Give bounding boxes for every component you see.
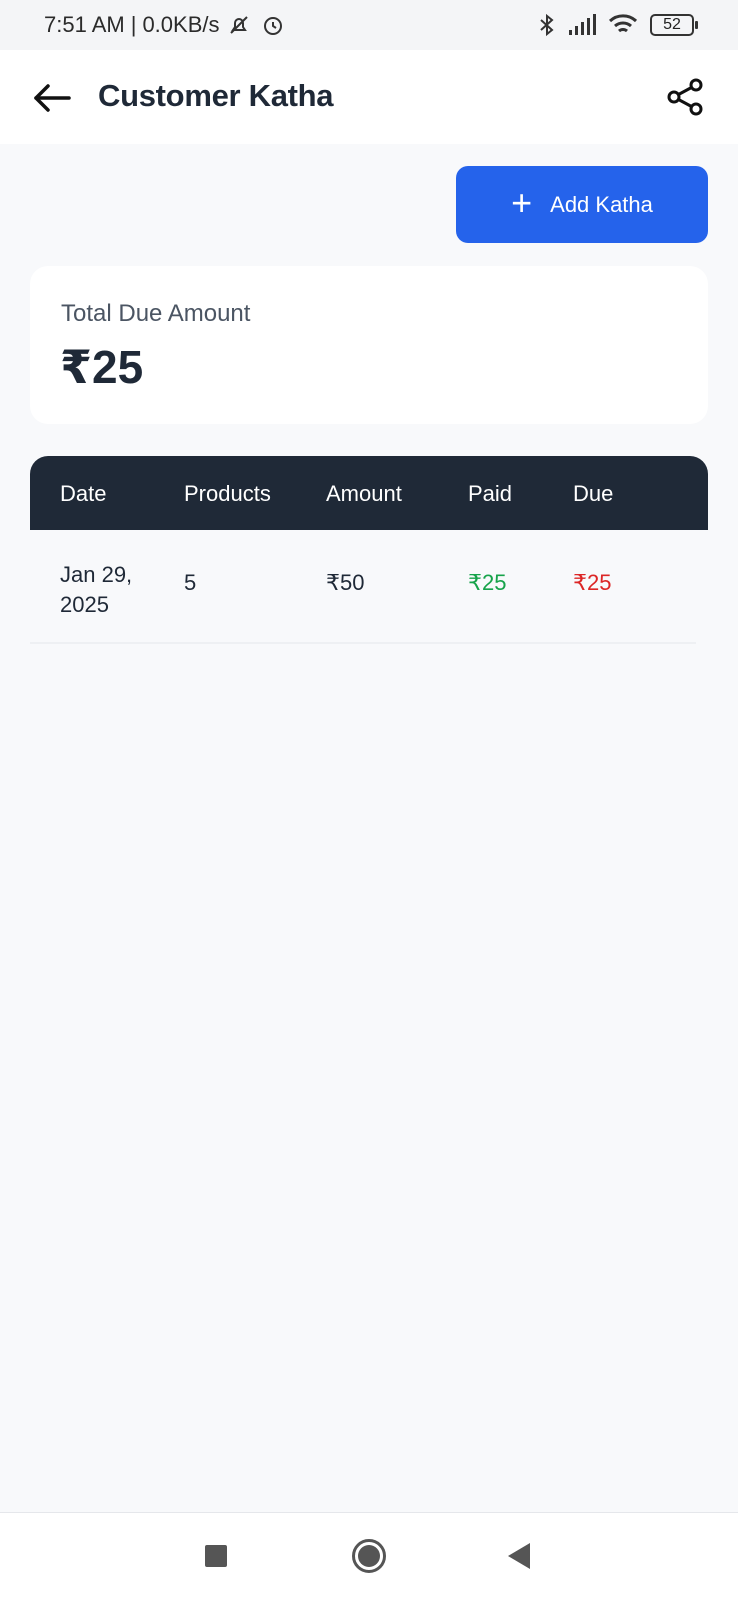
alarm-icon: [261, 13, 285, 37]
wifi-icon: [608, 14, 638, 36]
arrow-left-icon: [34, 84, 71, 112]
total-due-card: Total Due Amount ₹25: [30, 266, 708, 424]
total-due-label: Total Due Amount: [61, 300, 251, 327]
page-title: Customer Katha: [98, 78, 334, 113]
header-paid: Paid: [468, 481, 513, 506]
home-circle-icon[interactable]: [352, 1539, 386, 1573]
header-products: Products: [184, 481, 271, 506]
status-bar: 7:51 AM | 0.0KB/s 52: [0, 0, 738, 50]
row-products: 5: [184, 570, 197, 595]
mute-bell-icon: [227, 13, 251, 37]
recents-square-icon[interactable]: [205, 1545, 227, 1567]
row-paid: ₹25: [468, 570, 507, 595]
status-separator: |: [130, 12, 137, 37]
header-due: Due: [573, 481, 614, 506]
add-katha-button[interactable]: + Add Katha: [456, 166, 708, 243]
app-bar: Customer Katha: [0, 50, 738, 144]
status-left: 7:51 AM | 0.0KB/s: [44, 12, 285, 38]
share-button[interactable]: [662, 74, 708, 120]
add-katha-label: Add Katha: [550, 191, 653, 217]
battery-level: 52: [650, 14, 694, 36]
signal-icon: [568, 14, 596, 36]
row-due: ₹25: [573, 570, 612, 595]
table-row[interactable]: Jan 29, 2025 5 ₹50 ₹25 ₹25: [30, 530, 696, 644]
status-right: 52: [538, 13, 698, 37]
network-speed: 0.0KB/s: [142, 12, 220, 37]
total-due-value: ₹25: [60, 341, 144, 393]
bluetooth-icon: [538, 13, 556, 37]
katha-table: Date Products Amount Paid Due Jan 29, 20…: [30, 456, 708, 644]
system-nav-bar: [0, 1512, 738, 1600]
table-header: Date Products Amount Paid Due: [30, 456, 708, 530]
back-button[interactable]: [30, 76, 74, 120]
header-date: Date: [60, 481, 107, 506]
share-icon: [667, 78, 703, 116]
back-triangle-icon[interactable]: [508, 1543, 530, 1569]
row-date: Jan 29, 2025: [60, 562, 133, 617]
battery-icon: 52: [650, 14, 698, 36]
status-time: 7:51 AM: [44, 12, 125, 37]
plus-icon: +: [511, 182, 533, 223]
row-amount: ₹50: [326, 570, 365, 595]
header-amount: Amount: [326, 481, 402, 506]
